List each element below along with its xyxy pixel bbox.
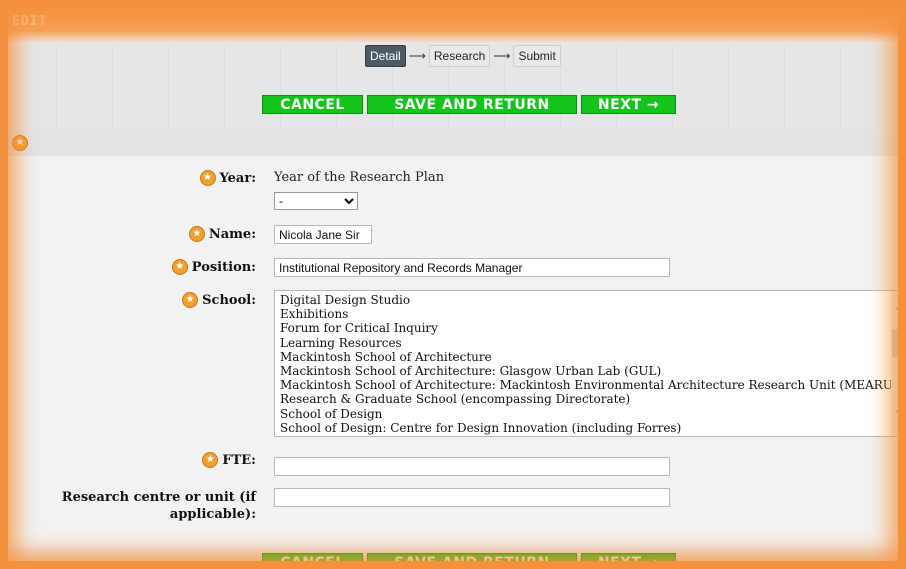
year-select[interactable]: - [274,192,358,210]
school-option[interactable]: Learning Resources [280,336,905,350]
school-option[interactable]: Mackintosh School of Architecture [280,350,905,364]
page-title: EDIT [12,14,48,29]
research-centre-label: Research centre or unit (if applicable): [61,490,256,522]
fte-label-group: ★ FTE: [202,452,256,468]
next-button[interactable]: NEXT → [581,95,676,114]
step-research[interactable]: Research [428,45,491,67]
star-icon: ★ [12,135,28,151]
school-listbox[interactable]: Digital Design Studio Exhibitions Forum … [274,290,906,437]
chevron-down-icon[interactable]: ⌄ [894,403,903,417]
step-breadcrumb: Detail ⟶ Research ⟶ Submit [365,45,561,67]
listbox-scrollbar[interactable]: ⌃ ⌄ [891,291,905,436]
position-label-group: ★ Position: [171,259,256,275]
school-option[interactable]: School of Design: Centre for Design Inno… [280,421,905,435]
star-icon: ★ [199,170,216,186]
school-option[interactable]: Exhibitions [280,307,905,321]
research-centre-field[interactable] [274,488,670,507]
year-label: Year: [219,170,257,186]
position-label: Position: [191,259,256,275]
cancel-button[interactable]: CANCEL [262,95,363,114]
section-header: ★ [0,130,906,156]
step-submit[interactable]: Submit [513,45,561,67]
school-option[interactable]: Forum for Critical Inquiry [280,321,905,335]
school-option[interactable]: Research & Graduate School (encompassing… [280,392,905,406]
school-option[interactable]: School of Design [280,407,905,421]
school-option[interactable]: Digital Design Studio [280,293,905,307]
school-label-group: ★ School: [182,292,256,308]
star-icon: ★ [188,226,205,242]
name-label-group: ★ Name: [188,226,256,242]
next-button[interactable]: NEXT → [581,553,676,569]
right-arrow-icon: ⟶ [408,49,426,63]
year-label-group: ★ Year: [199,170,257,186]
scroll-thumb[interactable] [892,329,904,357]
header-band [0,0,906,44]
star-icon: ★ [202,452,219,468]
fte-field[interactable] [274,457,670,476]
position-field[interactable] [274,258,670,277]
action-bar-top: CANCEL SAVE AND RETURN NEXT → [262,95,676,114]
action-bar-bottom: CANCEL SAVE AND RETURN NEXT → [262,553,676,569]
chevron-up-icon[interactable]: ⌃ [894,305,903,319]
fte-label: FTE: [222,452,256,468]
school-option[interactable]: Mackintosh School of Architecture: Macki… [280,378,905,392]
name-label: Name: [208,226,256,242]
star-icon: ★ [171,259,188,275]
name-field[interactable] [274,225,372,244]
save-and-return-button[interactable]: SAVE AND RETURN [367,95,577,114]
step-detail[interactable]: Detail [365,45,406,67]
year-hint: Year of the Research Plan [274,170,445,185]
right-arrow-icon: ⟶ [493,49,511,63]
star-icon: ★ [182,292,199,308]
school-label: School: [202,292,256,308]
save-and-return-button[interactable]: SAVE AND RETURN [367,553,577,569]
cancel-button[interactable]: CANCEL [262,553,363,569]
school-option[interactable]: Mackintosh School of Architecture: Glasg… [280,364,905,378]
